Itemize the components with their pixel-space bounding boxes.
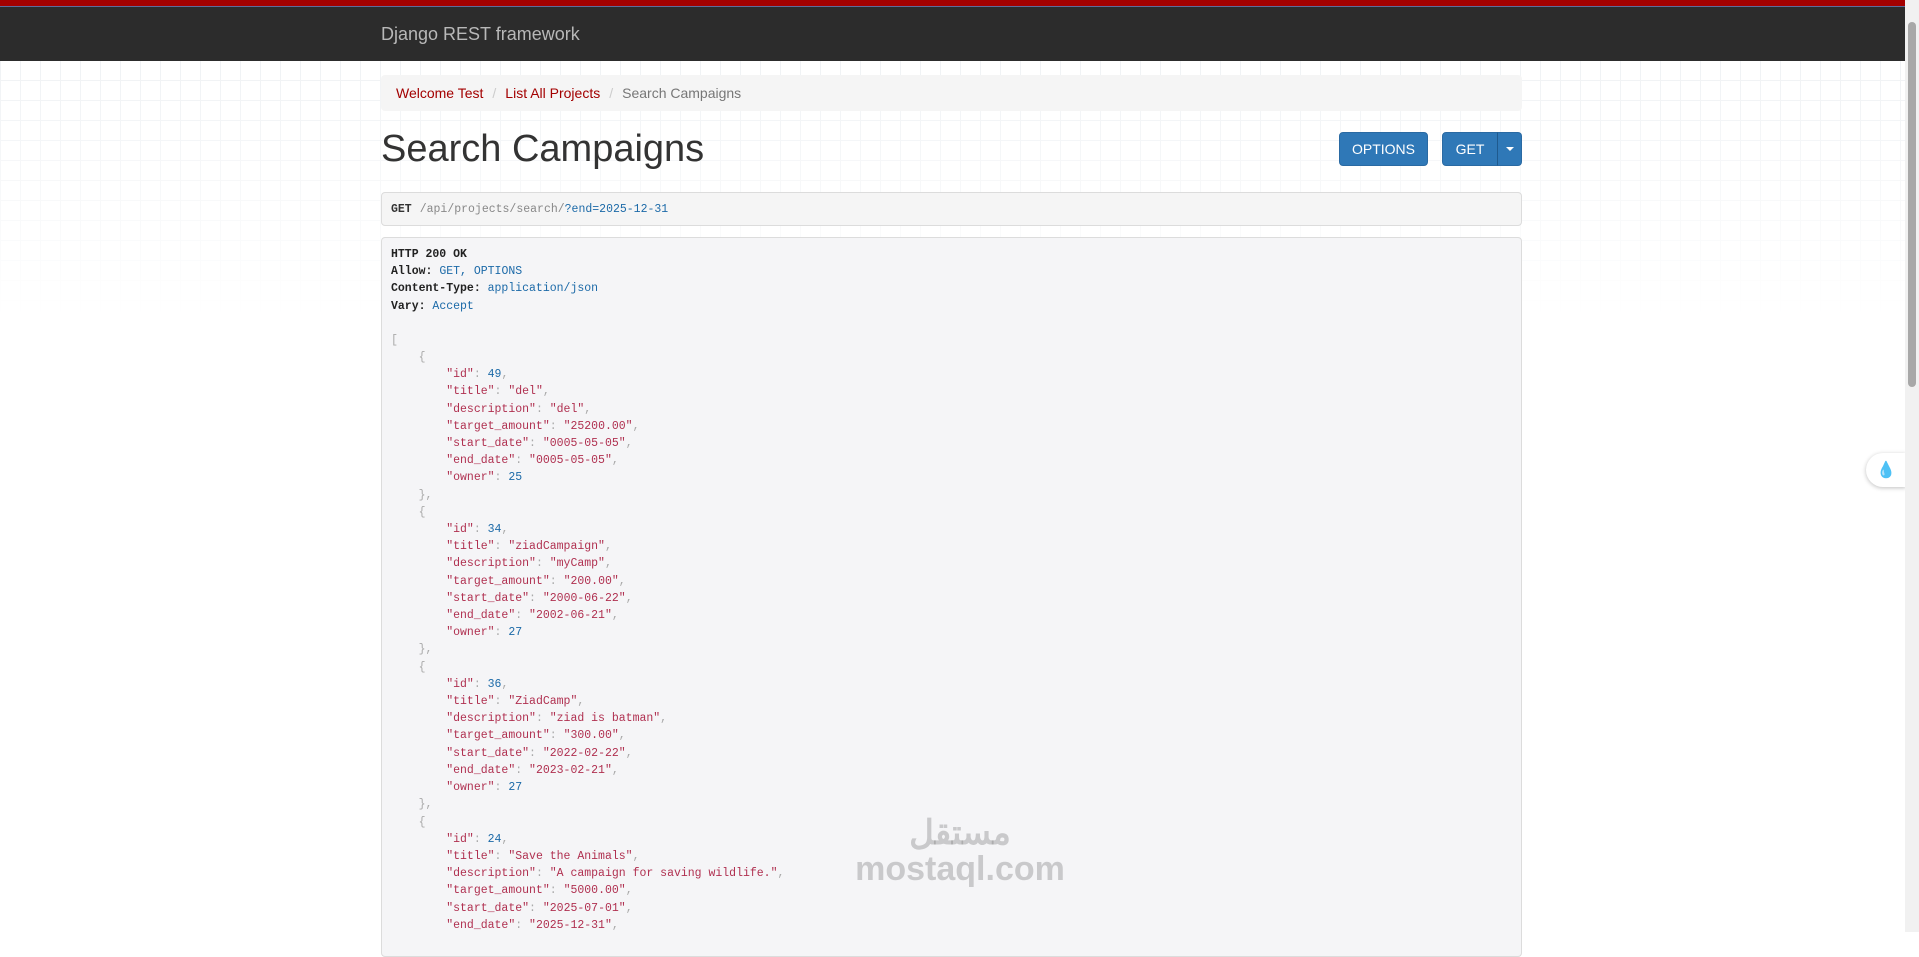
options-button[interactable]: OPTIONS [1339, 132, 1428, 166]
json-field-owner: "owner": 27 [446, 781, 523, 795]
brand-link[interactable]: Django REST framework [381, 24, 580, 45]
json-field-start-date: "start_date": "2022-02-22", [446, 746, 633, 760]
request-info: GET /api/projects/search/?end=2025-12-31 [381, 192, 1522, 226]
json-field-start-date: "start_date": "2000-06-22", [446, 591, 633, 605]
get-format-dropdown[interactable] [1497, 132, 1522, 166]
json-field-end-date: "end_date": "0005-05-05", [446, 454, 619, 468]
get-button[interactable]: GET [1442, 132, 1498, 166]
request-query: ?end=2025-12-31 [564, 202, 669, 216]
breadcrumb-list-projects[interactable]: List All Projects [505, 85, 600, 101]
json-field-end-date: "end_date": "2023-02-21", [446, 763, 619, 777]
json-field-title: "title": "ZiadCamp", [446, 695, 585, 709]
json-field-start-date: "start_date": "2025-07-01", [446, 901, 633, 915]
json-field-end-date: "end_date": "2002-06-21", [446, 609, 619, 623]
response-header: Content-Type: application/json [391, 282, 599, 296]
json-field-description: "description": "del", [446, 402, 592, 416]
json-field-start-date: "start_date": "0005-05-05", [446, 437, 633, 451]
breadcrumb-active: Search Campaigns [622, 85, 742, 101]
json-field-owner: "owner": 25 [446, 471, 523, 485]
json-object-open: { [391, 660, 426, 674]
breadcrumb: Welcome Test / List All Projects / Searc… [381, 75, 1522, 111]
json-field-target-amount: "target_amount": "200.00", [446, 574, 626, 588]
json-field-id: "id": 49, [446, 368, 509, 382]
scrollbar-thumb[interactable] [1908, 22, 1916, 387]
response-header: Allow: GET, OPTIONS [391, 265, 523, 279]
breadcrumb-welcome[interactable]: Welcome Test [396, 85, 483, 101]
json-object-open: { [391, 505, 426, 519]
json-field-owner: "owner": 27 [446, 626, 523, 640]
json-object-close: }, [391, 488, 433, 502]
json-field-end-date: "end_date": "2025-12-31", [446, 918, 619, 932]
assistant-widget-icon[interactable]: 💧 [1866, 453, 1906, 487]
json-field-title: "title": "del", [446, 385, 550, 399]
request-path: /api/projects/search/ [419, 202, 565, 216]
response-header: Vary: Accept [391, 299, 474, 313]
scrollbar[interactable] [1905, 0, 1919, 932]
json-field-id: "id": 34, [446, 523, 509, 537]
json-object-open: { [391, 351, 426, 365]
page-title: Search Campaigns [381, 128, 705, 170]
json-open-bracket: [ [391, 333, 398, 347]
response-status: HTTP 200 OK [391, 248, 467, 261]
caret-down-icon [1505, 147, 1514, 151]
watermark-logo: مستقل mostaql.com [855, 814, 1065, 888]
navbar: Django REST framework [0, 0, 1905, 61]
json-field-target-amount: "target_amount": "25200.00", [446, 419, 640, 433]
json-object-close: }, [391, 643, 433, 657]
json-field-description: "description": "myCamp", [446, 557, 612, 571]
json-field-target-amount: "target_amount": "300.00", [446, 729, 626, 743]
json-field-id: "id": 36, [446, 677, 509, 691]
request-method: GET [391, 202, 412, 216]
json-object-close: }, [391, 798, 433, 812]
json-field-description: "description": "ziad is batman", [446, 712, 668, 726]
json-field-title: "title": "ziadCampaign", [446, 540, 612, 554]
